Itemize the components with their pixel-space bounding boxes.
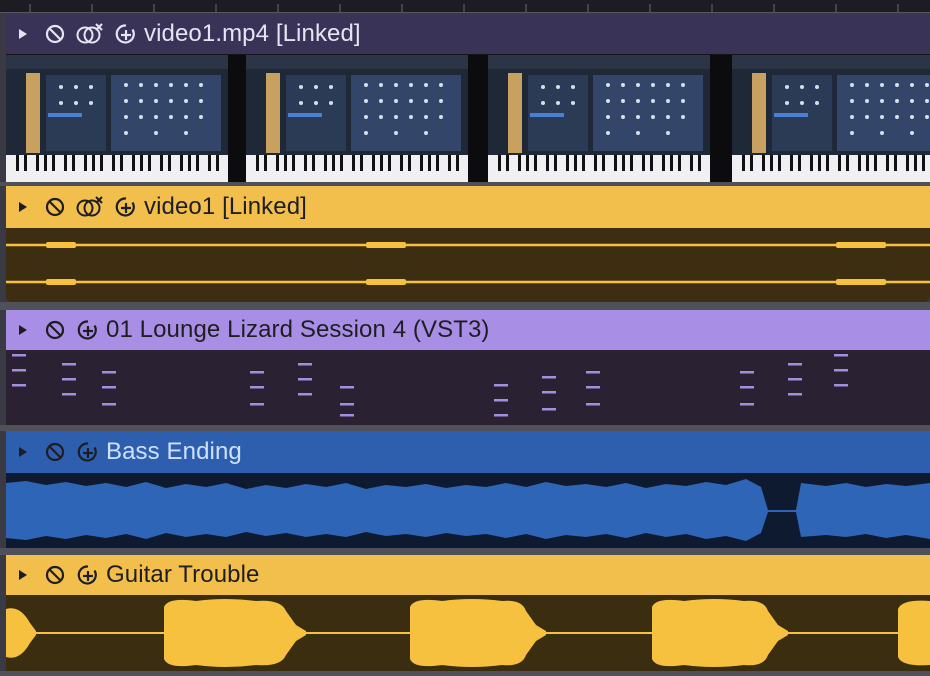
expand-arrow-icon[interactable] bbox=[16, 568, 30, 582]
mute-icon[interactable] bbox=[44, 564, 66, 586]
track-name: Bass Ending bbox=[106, 438, 242, 465]
video-frame bbox=[488, 55, 710, 182]
link-sync-icon[interactable] bbox=[76, 23, 104, 45]
track-video-audio[interactable]: video1 [Linked] bbox=[6, 186, 930, 302]
timeline-ruler[interactable] bbox=[0, 0, 930, 13]
record-arm-icon[interactable] bbox=[76, 563, 100, 587]
track-guitar[interactable]: Guitar Trouble bbox=[6, 555, 930, 671]
video-thumbnail-strip[interactable] bbox=[6, 55, 930, 182]
audio-waveform-area[interactable] bbox=[6, 228, 930, 302]
midi-notes bbox=[12, 354, 848, 417]
mute-icon[interactable] bbox=[44, 23, 66, 45]
record-arm-icon[interactable] bbox=[114, 22, 138, 46]
video-frame bbox=[732, 55, 930, 182]
track-separator bbox=[0, 671, 930, 676]
expand-arrow-icon[interactable] bbox=[16, 323, 30, 337]
record-arm-icon[interactable] bbox=[114, 195, 138, 219]
track-header[interactable]: Bass Ending bbox=[6, 431, 930, 473]
video-frame bbox=[246, 55, 468, 182]
video-thumbnails bbox=[6, 55, 930, 182]
video-frame bbox=[6, 55, 228, 182]
track-header[interactable]: video1 [Linked] bbox=[6, 186, 930, 228]
track-video[interactable]: video1.mp4 [Linked] bbox=[6, 14, 930, 182]
track-instrument[interactable]: 01 Lounge Lizard Session 4 (VST3) bbox=[6, 310, 930, 425]
audio-waveform-area[interactable] bbox=[6, 595, 930, 671]
track-header[interactable]: 01 Lounge Lizard Session 4 (VST3) bbox=[6, 310, 930, 350]
audio-waveform-area[interactable] bbox=[6, 473, 930, 548]
record-arm-icon[interactable] bbox=[76, 440, 100, 464]
track-name: Guitar Trouble bbox=[106, 561, 260, 588]
bass-waveform bbox=[6, 479, 930, 541]
track-name: 01 Lounge Lizard Session 4 (VST3) bbox=[106, 316, 490, 343]
expand-arrow-icon[interactable] bbox=[16, 445, 30, 459]
track-name: video1.mp4 [Linked] bbox=[144, 20, 361, 47]
arrange-timeline: video1.mp4 [Linked] video1 [Linked] 01 L… bbox=[0, 0, 930, 676]
record-arm-icon[interactable] bbox=[76, 318, 100, 342]
ruler-ticks bbox=[29, 4, 899, 12]
track-name: video1 [Linked] bbox=[144, 193, 307, 220]
expand-arrow-icon[interactable] bbox=[16, 200, 30, 214]
mute-icon[interactable] bbox=[44, 441, 66, 463]
track-separator bbox=[0, 548, 930, 555]
link-sync-icon[interactable] bbox=[76, 196, 104, 218]
track-header[interactable]: video1.mp4 [Linked] bbox=[6, 14, 930, 54]
track-bass[interactable]: Bass Ending bbox=[6, 431, 930, 548]
track-header[interactable]: Guitar Trouble bbox=[6, 555, 930, 595]
mute-icon[interactable] bbox=[44, 319, 66, 341]
midi-note-area[interactable] bbox=[6, 350, 930, 425]
guitar-waveform bbox=[6, 599, 930, 667]
stereo-waveform bbox=[6, 242, 930, 285]
expand-arrow-icon[interactable] bbox=[16, 27, 30, 41]
track-separator bbox=[0, 302, 930, 310]
mute-icon[interactable] bbox=[44, 196, 66, 218]
